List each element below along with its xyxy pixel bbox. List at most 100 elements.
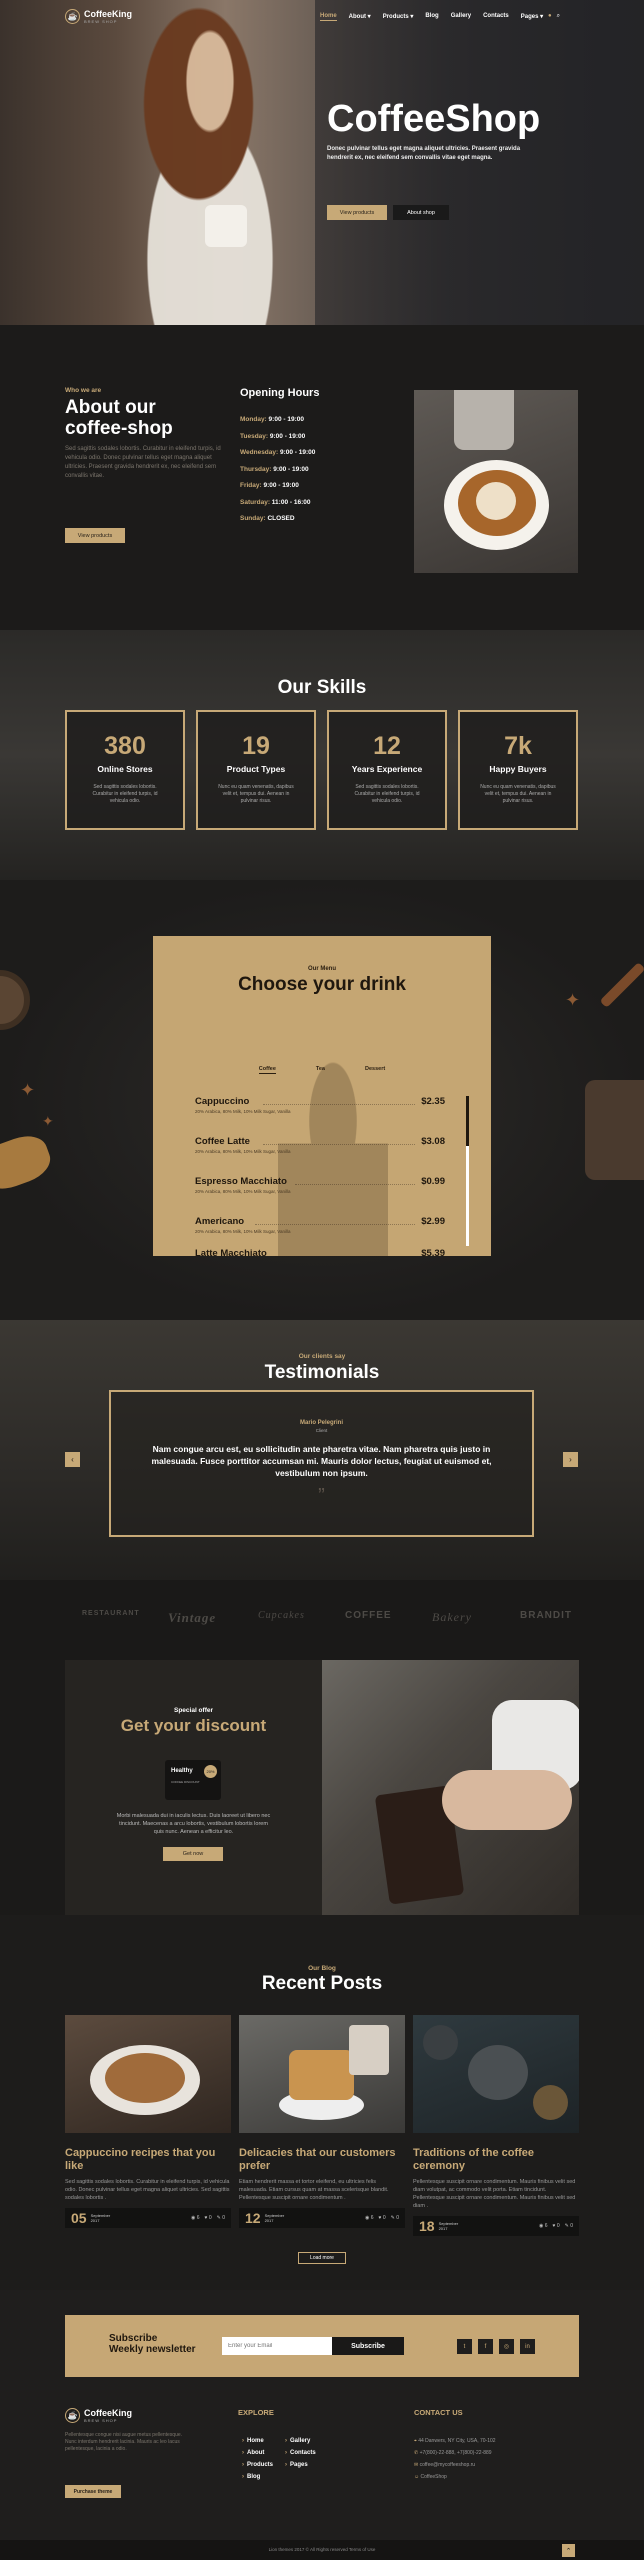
skill-number: 19	[242, 732, 270, 760]
linkedin-icon[interactable]: in	[520, 2339, 535, 2354]
post-title[interactable]: Traditions of the coffee ceremony	[413, 2147, 579, 2173]
about-shop-button[interactable]: About shop	[393, 205, 449, 220]
tab-tea[interactable]: Tea	[316, 1066, 325, 1074]
comment-icon[interactable]: ✎ 0	[565, 2223, 573, 2229]
explore-col-1: › Home › About › Products › Blog	[242, 2435, 273, 2483]
post-image[interactable]	[239, 2015, 405, 2133]
post-meta: 12 September 2017 ◉ 6 ♥ 0 ✎ 0	[239, 2208, 405, 2228]
blog-post[interactable]: Cappuccino recipes that you like Sed sag…	[65, 2015, 231, 2228]
twitter-icon[interactable]: t	[457, 2339, 472, 2354]
back-to-top-icon[interactable]: ⌃	[562, 2544, 575, 2557]
hours-row: Wednesday: 9:00 - 19:00	[240, 449, 316, 456]
post-title[interactable]: Delicacies that our customers prefer	[239, 2147, 405, 2173]
contact-email[interactable]: ✉ coffee@mycoffeeshop.ru	[414, 2459, 496, 2471]
cinnamon-decoration	[599, 962, 644, 1008]
menu-item-contacts[interactable]: Contacts	[483, 13, 509, 21]
search-icon[interactable]: ⌕	[557, 13, 560, 20]
logo-subtitle: BREW SHOP	[84, 19, 118, 24]
about-section: Who we are About our coffee-shop Sed sag…	[0, 325, 644, 630]
hours-row: Tuesday: 9:00 - 19:00	[240, 432, 306, 440]
blog-title: Recent Posts	[261, 1973, 383, 1994]
location-icon: ⌖	[414, 2438, 417, 2444]
brand-logo: BRANDIT	[520, 1610, 572, 1621]
tab-coffee[interactable]: Coffee	[258, 1066, 276, 1074]
skill-number: 12	[373, 732, 401, 760]
footer-link[interactable]: › Gallery	[285, 2435, 316, 2447]
hero-text: Donec pulvinar tellus eget magna aliquet…	[327, 146, 521, 161]
logo[interactable]: ☕ CoffeeKing BREW SHOP	[65, 9, 132, 24]
post-image[interactable]	[65, 2015, 231, 2133]
discount-title: Get your discount	[120, 1716, 267, 1735]
social-links: t f ◎ in	[457, 2339, 535, 2354]
cart-icon[interactable]: ●	[548, 13, 552, 20]
brand-logo: Vintage	[168, 1610, 217, 1625]
heart-icon[interactable]: ♥ 0	[204, 2215, 211, 2221]
testimonial-quote: Nam congue arcu est, eu sollicitudin ant…	[151, 1444, 492, 1478]
skill-card: 7k Happy Buyers Nunc eu quam venenatis, …	[458, 710, 578, 830]
footer-link[interactable]: › Blog	[242, 2471, 273, 2483]
post-day: 18	[419, 2218, 435, 2234]
brand-logo: Cupcakes	[258, 1610, 305, 1621]
footer-link[interactable]: › About	[242, 2447, 273, 2459]
footer-link[interactable]: › Contacts	[285, 2447, 316, 2459]
about-view-products-button[interactable]: View products	[65, 528, 125, 543]
purchase-theme-button[interactable]: Purchase theme	[65, 2485, 121, 2498]
menu-item-pages[interactable]: Pages ▾	[521, 13, 543, 21]
brand-logo: COFFEE	[345, 1610, 392, 1621]
discount-card: Healthy COFFEE DISCOUNT 20%	[165, 1760, 221, 1800]
hero-image	[95, 0, 325, 325]
view-products-button[interactable]: View products	[327, 205, 387, 220]
post-day: 12	[245, 2210, 261, 2226]
post-title[interactable]: Cappuccino recipes that you like	[65, 2147, 231, 2173]
post-date: September 2017	[438, 2221, 459, 2231]
copyright-bar: Lion themes 2017 © All Rights reserved T…	[0, 2540, 644, 2560]
blog-post[interactable]: Delicacies that our customers prefer Eti…	[239, 2015, 405, 2228]
comment-icon[interactable]: ✎ 0	[217, 2215, 225, 2221]
get-now-button[interactable]: Get now	[163, 1847, 223, 1861]
menu-item-home[interactable]: Home	[320, 13, 337, 21]
facebook-icon[interactable]: f	[478, 2339, 493, 2354]
footer-link[interactable]: › Pages	[285, 2459, 316, 2471]
menu-scrollbar[interactable]	[466, 1096, 469, 1246]
footer-link[interactable]: › Home	[242, 2435, 273, 2447]
menu-item: Latte Macchiato $5.39	[195, 1248, 445, 1259]
instagram-icon[interactable]: ◎	[499, 2339, 514, 2354]
comment-icon[interactable]: ✎ 0	[391, 2215, 399, 2221]
next-arrow-icon[interactable]: ›	[563, 1452, 578, 1467]
tab-dessert[interactable]: Dessert	[365, 1066, 385, 1074]
menu-item-blog[interactable]: Blog	[425, 13, 438, 21]
menu-item-products[interactable]: Products ▾	[383, 13, 414, 21]
copyright-text: Lion themes 2017 © All Rights reserved T…	[268, 2547, 376, 2552]
star-anise-icon: ✦	[20, 1080, 36, 1100]
drink-menu-card: Our Menu Choose your drink Coffee Tea De…	[153, 936, 491, 1259]
menu-item-gallery[interactable]: Gallery	[451, 13, 471, 21]
contact-social[interactable]: ☺ CoffeeShop	[414, 2471, 496, 2483]
discount-card-subtitle: COFFEE DISCOUNT	[171, 1780, 200, 1784]
email-input[interactable]	[222, 2337, 332, 2355]
hours-row: Saturday: 11:00 - 16:00	[240, 498, 311, 506]
skill-desc: Nunc eu quam venenatis, dapibus velit et…	[218, 784, 294, 804]
menu-item-about[interactable]: About ▾	[349, 13, 371, 21]
discount-card-title: Healthy	[171, 1768, 193, 1774]
subscribe-button[interactable]: Subscribe	[332, 2337, 404, 2355]
post-excerpt: Pellentesque suscipit ornare condimentum…	[413, 2179, 576, 2209]
post-excerpt: Etiam hendrerit massa et tortor eleifend…	[239, 2179, 389, 2201]
coffee-cup-icon: ☕	[65, 2408, 80, 2423]
quote-icon: ”	[318, 1485, 325, 1507]
footer-link[interactable]: › Products	[242, 2459, 273, 2471]
skill-desc: Nunc eu quam venenatis, dapibus velit et…	[480, 784, 556, 804]
heart-icon[interactable]: ♥ 0	[552, 2223, 559, 2229]
load-more-button[interactable]: Load more	[298, 2252, 346, 2264]
menu-item: Cappuccino $2.35 20% Arabica, 80% Milk, 1…	[195, 1096, 445, 1114]
discount-image	[322, 1660, 579, 1915]
heart-icon[interactable]: ♥ 0	[378, 2215, 385, 2221]
footer: Subscribe Weekly newsletter Subscribe t …	[0, 2290, 644, 2560]
footer-logo[interactable]: ☕ CoffeeKing BREW SHOP	[65, 2408, 132, 2423]
hero-section: ☕ CoffeeKing BREW SHOP Home About ▾ Prod…	[0, 0, 644, 325]
post-date: September 2017	[90, 2213, 111, 2223]
contact-address: ⌖ 44 Danwers, NY City, USA, 70-102	[414, 2438, 496, 2444]
about-text: Sed sagittis sodales lobortis. Curabitur…	[65, 446, 221, 479]
blog-post[interactable]: Traditions of the coffee ceremony Pellen…	[413, 2015, 579, 2236]
prev-arrow-icon[interactable]: ‹	[65, 1452, 80, 1467]
post-image[interactable]	[413, 2015, 579, 2133]
